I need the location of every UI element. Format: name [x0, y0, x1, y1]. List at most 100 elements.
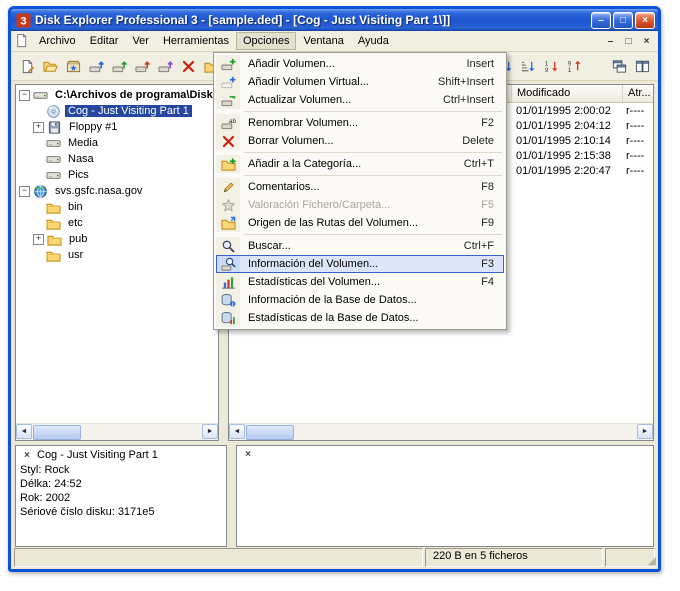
delete-volume-button[interactable]: [177, 55, 199, 77]
db-info-icon: i: [216, 291, 240, 309]
mdi-minimize-button[interactable]: –: [602, 34, 619, 49]
tree-item-bin[interactable]: bin: [16, 199, 218, 215]
menu-item-informaci-n-de-la-base-de-datos[interactable]: i Información de la Base de Datos...: [216, 291, 504, 309]
file-modified-cell: 01/01/1995 2:10:14: [516, 134, 611, 147]
tree-item-pics[interactable]: Pics: [16, 167, 218, 183]
menu-bar: Archivo Editar Ver Herramientas Opciones Vent…: [11, 31, 658, 52]
add-virtual-volume-icon: [216, 73, 240, 91]
drive-icon: [33, 88, 49, 103]
list-horizontal-scrollbar[interactable]: ◄ ►: [229, 423, 653, 440]
menu-ver[interactable]: Ver: [125, 32, 156, 50]
scrollbar-thumb[interactable]: [246, 425, 294, 440]
comments-icon: [216, 178, 240, 196]
menu-item-borrar-volumen[interactable]: Borrar Volumen... Delete: [216, 132, 504, 150]
scrollbar-track[interactable]: [32, 424, 202, 440]
folder-icon: [46, 248, 62, 263]
info-panel-splitter[interactable]: [230, 445, 233, 547]
search-icon: [216, 237, 240, 255]
menu-items: Archivo Editar Ver Herramientas Opciones Vent…: [32, 32, 396, 50]
export-volume-purple-button[interactable]: [154, 55, 176, 77]
close-info-pane-button[interactable]: ×: [20, 449, 34, 462]
red-x-icon: [216, 132, 240, 150]
menu-editar[interactable]: Editar: [83, 32, 126, 50]
file-attr-cell: r----: [626, 104, 645, 117]
menu-item-informaci-n-del-volumen[interactable]: Información del Volumen... F3: [216, 255, 504, 273]
tile-windows-button[interactable]: [631, 55, 653, 77]
status-bar: 220 B en 5 ficheros ◢: [11, 547, 658, 569]
menu-item-estad-sticas-del-volumen[interactable]: Estadísticas del Volumen... F4: [216, 273, 504, 291]
tree-item-c-archivos-de-programa-disk[interactable]: − C:\Archivos de programa\Disk: [16, 87, 218, 103]
opciones-menu: Añadir Volumen... Insert Añadir Volumen Vi…: [213, 52, 507, 330]
open-database-button[interactable]: [39, 55, 61, 77]
export-volume-red-button[interactable]: [131, 55, 153, 77]
close-detail-pane-button[interactable]: ×: [241, 448, 255, 461]
desktop: { "titlebar": { "title": "Disk Explorer …: [0, 0, 680, 591]
menu-item-actualizar-volumen[interactable]: Actualizar Volumen... Ctrl+Insert: [216, 91, 504, 109]
minimize-button[interactable]: –: [591, 11, 611, 29]
scroll-left-arrow-icon[interactable]: ◄: [229, 424, 245, 439]
scrollbar-thumb[interactable]: [33, 425, 81, 440]
menu-item-a-adir-volumen-virtual[interactable]: Añadir Volumen Virtual... Shift+Insert: [216, 73, 504, 91]
status-size-text: 220 B en 5 ficheros: [425, 548, 603, 567]
edit-volume-button[interactable]: [16, 55, 38, 77]
scroll-right-arrow-icon[interactable]: ►: [637, 424, 653, 439]
menu-ayuda[interactable]: Ayuda: [351, 32, 396, 50]
expander-minus-icon[interactable]: −: [19, 185, 30, 197]
menu-opciones[interactable]: Opciones: [235, 32, 297, 50]
menu-herramientas[interactable]: Herramientas: [156, 32, 236, 50]
menu-item-valoraci-n-fichero-carpeta[interactable]: Valoración Fichero/Carpeta... F5: [216, 196, 504, 214]
tree-item-floppy-1[interactable]: + Floppy #1: [16, 119, 218, 135]
column-header-modificado[interactable]: Modificado: [512, 85, 623, 102]
tree-item-svs-gsfc-nasa-gov[interactable]: − svs.gsfc.nasa.gov: [16, 183, 218, 199]
column-header-atr[interactable]: Atr...: [623, 85, 653, 102]
mdi-restore-button[interactable]: □: [620, 34, 637, 49]
document-icon[interactable]: [14, 33, 30, 49]
mdi-close-button[interactable]: ×: [638, 34, 655, 49]
db-stats-icon: [216, 309, 240, 327]
close-button[interactable]: ×: [635, 11, 655, 29]
file-modified-cell: 01/01/1995 2:04:12: [516, 119, 611, 132]
volume-info-icon: [216, 255, 240, 273]
sort-numeric-ascending-button[interactable]: 19: [539, 55, 561, 77]
export-volume-green-button[interactable]: [108, 55, 130, 77]
sort-descending-button[interactable]: [516, 55, 538, 77]
file-modified-cell: 01/01/1995 2:20:47: [516, 164, 611, 177]
menu-item-estad-sticas-de-la-base-de-datos[interactable]: Estadísticas de la Base de Datos...: [216, 309, 504, 327]
sort-numeric-descending-button[interactable]: 91: [562, 55, 584, 77]
add-volume-icon: [216, 55, 240, 73]
title-bar[interactable]: 3 Disk Explorer Professional 3 - [sample…: [11, 9, 658, 31]
resize-grip-icon[interactable]: ◢: [648, 556, 656, 567]
menu-archivo[interactable]: Archivo: [32, 32, 83, 50]
menu-item-a-adir-volumen[interactable]: Añadir Volumen... Insert: [216, 55, 504, 73]
tree-item-usr[interactable]: usr: [16, 247, 218, 263]
expander-plus-icon[interactable]: +: [33, 121, 44, 133]
menu-item-origen-de-las-rutas-del-volumen[interactable]: Origen de las Rutas del Volumen... F9: [216, 214, 504, 232]
tree-item-media[interactable]: Media: [16, 135, 218, 151]
expander-minus-icon[interactable]: −: [19, 89, 30, 101]
scroll-right-arrow-icon[interactable]: ►: [202, 424, 218, 439]
tree-item-etc[interactable]: etc: [16, 215, 218, 231]
expander-plus-icon[interactable]: +: [33, 233, 44, 245]
menu-separator: [244, 152, 502, 153]
menu-item-a-adir-a-la-categor-a[interactable]: Añadir a la Categoría... Ctrl+T: [216, 155, 504, 173]
tree-item-label: svs.gsfc.nasa.gov: [55, 185, 143, 197]
menu-item-buscar[interactable]: Buscar... Ctrl+F: [216, 237, 504, 255]
menu-item-renombrar-volumen[interactable]: ab Renombrar Volumen... F2: [216, 114, 504, 132]
tree-item-cog-just-visiting-part-1[interactable]: Cog - Just Visiting Part 1: [16, 103, 218, 119]
tree-item-nasa[interactable]: Nasa: [16, 151, 218, 167]
app-logo-3-icon[interactable]: 3: [16, 12, 31, 28]
tree-item-pub[interactable]: + pub: [16, 231, 218, 247]
tree-horizontal-scrollbar[interactable]: ◄ ►: [16, 423, 218, 440]
volume-info-pane: × Cog - Just Visiting Part 1 Styl: Rock D…: [15, 445, 227, 547]
add-category-icon: [216, 155, 240, 173]
tree-item-label: Pics: [68, 169, 89, 181]
menu-item-comentarios[interactable]: Comentarios... F8: [216, 178, 504, 196]
scroll-left-arrow-icon[interactable]: ◄: [16, 424, 32, 439]
new-window-button[interactable]: [608, 55, 630, 77]
scrollbar-track[interactable]: [245, 424, 637, 440]
category-box-button[interactable]: [62, 55, 84, 77]
menu-ventana[interactable]: Ventana: [296, 32, 350, 50]
file-modified-cell: 01/01/1995 2:15:38: [516, 149, 611, 162]
maximize-button[interactable]: □: [613, 11, 633, 29]
export-volume-blue-button[interactable]: [85, 55, 107, 77]
